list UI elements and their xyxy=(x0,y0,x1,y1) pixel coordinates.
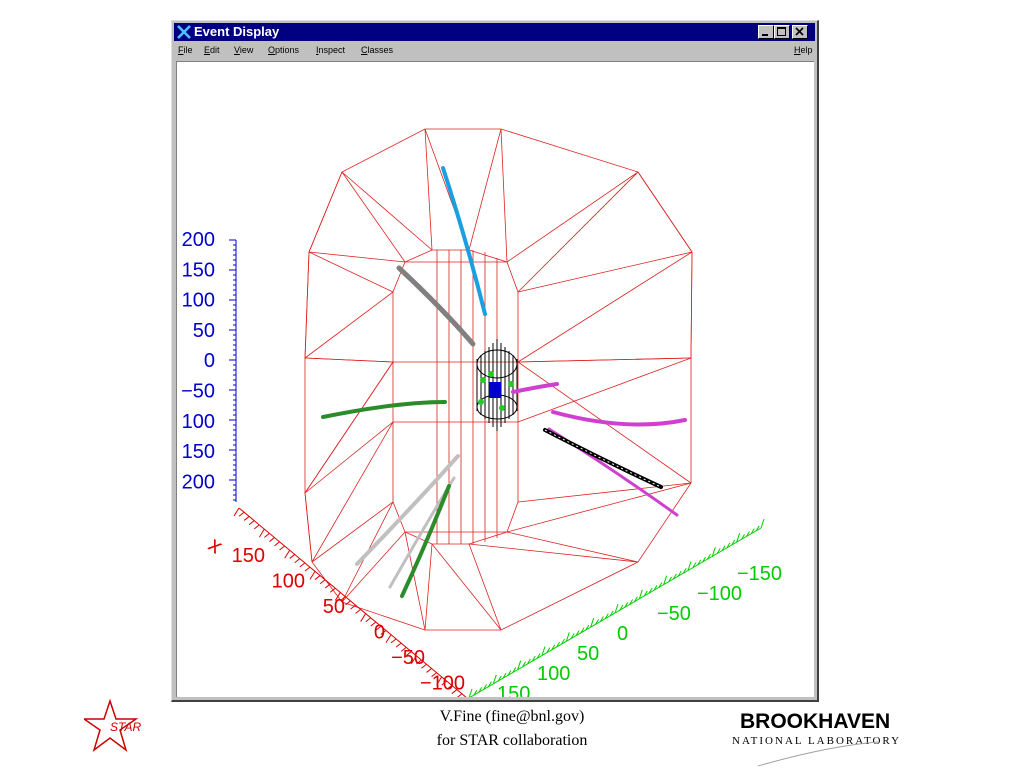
x-axis-tick xyxy=(238,511,245,517)
x-axis-tick xyxy=(274,541,280,547)
inner-detector xyxy=(476,339,518,431)
star-logo: STAR xyxy=(84,698,141,752)
hit-dot xyxy=(478,399,484,405)
x-axis-tick xyxy=(319,579,326,585)
track-magenta-short xyxy=(511,382,559,394)
x-axis-tick xyxy=(253,524,260,530)
x-axis-tick xyxy=(390,638,397,644)
minimize-button[interactable] xyxy=(758,25,774,39)
detector-wireframe xyxy=(304,128,693,631)
menu-view[interactable]: View xyxy=(234,45,253,56)
track-magenta-right xyxy=(551,410,687,427)
star-logo-text: STAR xyxy=(110,720,141,734)
x-tick-label: 0 xyxy=(374,622,385,644)
hit-dot xyxy=(499,405,505,411)
y-tick-label: 50 xyxy=(577,643,599,665)
maximize-icon xyxy=(777,27,786,36)
track-black-right xyxy=(543,428,663,489)
hit-dot xyxy=(508,381,514,387)
x-axis-tick xyxy=(289,554,296,559)
x-tick-label: 50 xyxy=(323,596,345,618)
close-button[interactable] xyxy=(792,25,808,39)
x-axis-tick xyxy=(279,545,285,551)
diagonal-lines xyxy=(304,128,693,631)
hit-dot xyxy=(480,377,486,383)
x-axis-tick xyxy=(264,532,270,538)
vertical-tick-label: 100 xyxy=(182,290,215,312)
inner-staves xyxy=(436,250,498,544)
vertical-tick-label: 0 xyxy=(204,350,215,372)
y-tick-label: 150 xyxy=(497,683,530,697)
track-lightgray-1 xyxy=(355,454,460,566)
collaboration-line: for STAR collaboration xyxy=(436,732,588,749)
x-axis-tick xyxy=(233,507,240,517)
menu-options[interactable]: Options xyxy=(268,45,299,56)
x-axis-tick xyxy=(284,549,291,559)
y-axis-tick xyxy=(468,688,473,697)
bnl-logo-swoosh xyxy=(757,741,879,767)
x-tick-label: 100 xyxy=(272,571,305,593)
hit-dot xyxy=(488,371,494,377)
x-axis-tick xyxy=(385,634,392,643)
x-axis-tick xyxy=(355,608,361,614)
x-axis-tick xyxy=(269,537,275,542)
x-app-icon xyxy=(177,25,191,39)
x-axis-label: x xyxy=(204,532,227,559)
x-axis-tick xyxy=(248,520,255,526)
vertical-tick-label: 150 xyxy=(182,259,215,281)
x-tick-label: −100 xyxy=(420,673,465,695)
vertical-tick-label: 200 xyxy=(182,229,215,251)
track-gray-upper xyxy=(396,265,476,347)
x-axis-tick xyxy=(360,613,367,622)
author-line: V.Fine (fine@bnl.gov) xyxy=(439,708,585,725)
x-tick-label: −50 xyxy=(391,647,425,669)
vertical-tick-label: 50 xyxy=(193,320,215,342)
menu-bar: File Edit View Options Inspect Classes H… xyxy=(174,42,815,60)
bnl-logo: BROOKHAVEN NATIONAL LABORATORY xyxy=(728,710,928,768)
event-canvas[interactable]: 200 150 100 50 0 −50 100 150 200 x 150 100 50 0 −50 −10… xyxy=(176,61,814,697)
y-tick-label: 0 xyxy=(617,623,628,645)
menu-help[interactable]: Help xyxy=(794,45,813,56)
maximize-button[interactable] xyxy=(774,25,790,39)
x-axis-line xyxy=(238,507,467,697)
title-bar[interactable]: Event Display xyxy=(174,23,815,41)
x-axis-tick xyxy=(365,617,372,623)
y-tick-label: 100 xyxy=(537,663,570,685)
bnl-logo-main: BROOKHAVEN xyxy=(740,710,891,733)
vertex-marker xyxy=(489,382,501,398)
outer-edges xyxy=(304,171,693,563)
event-display-window: Event Display File Edit View Options Ins… xyxy=(171,20,819,702)
x-axis-tick xyxy=(324,583,331,589)
x-axis-tick xyxy=(304,566,311,572)
menu-classes[interactable]: Classes xyxy=(361,45,393,56)
vertical-tick-label: −50 xyxy=(181,381,215,403)
track-green-lower xyxy=(400,484,451,598)
x-tick-label: 150 xyxy=(232,545,265,567)
window-title: Event Display xyxy=(194,24,280,39)
event-display-scene[interactable]: 200150100500−50100150200x 150100500−50−10… xyxy=(177,62,814,697)
x-axis-tick xyxy=(299,562,306,568)
x-axis-tick xyxy=(258,528,265,538)
y-tick-label: −100 xyxy=(697,583,742,605)
vertical-tick-label: 100 xyxy=(182,411,215,433)
vertical-tick-label: 150 xyxy=(182,441,215,463)
y-tick-label: −50 xyxy=(657,603,691,625)
track-green-left xyxy=(321,400,447,419)
x-axis-tick xyxy=(243,516,250,521)
y-tick-label: −150 xyxy=(737,563,782,585)
x-axis-tick xyxy=(309,571,316,580)
minimize-icon xyxy=(762,34,768,36)
menu-file[interactable]: File xyxy=(178,45,193,56)
x-axis-tick xyxy=(294,558,301,564)
close-icon xyxy=(795,27,804,36)
menu-edit[interactable]: Edit xyxy=(204,45,220,56)
vertical-tick-label: 200 xyxy=(182,471,215,493)
x-axis-tick xyxy=(314,575,321,580)
y-axis-tick xyxy=(760,518,765,529)
menu-inspect[interactable]: Inspect xyxy=(316,45,345,56)
